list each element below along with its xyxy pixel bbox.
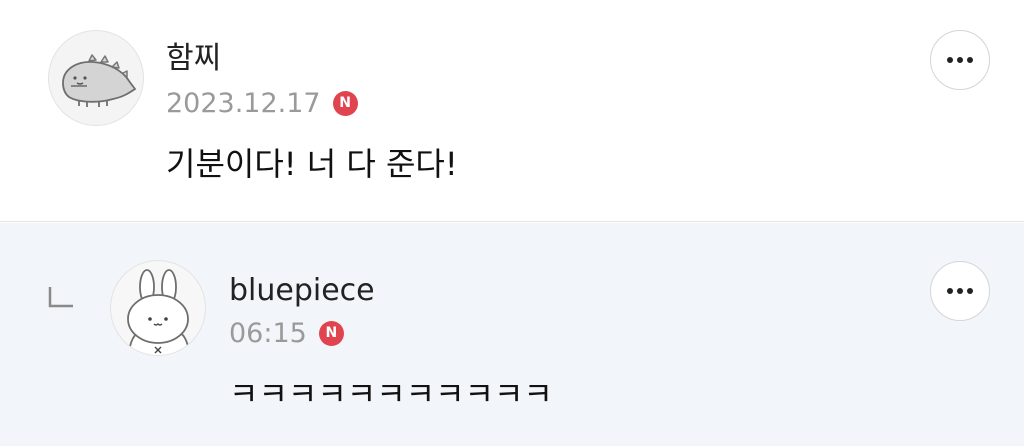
more-horizontal-icon xyxy=(947,288,973,294)
author-name[interactable]: bluepiece xyxy=(229,276,375,306)
comment-date: 2023.12.17 xyxy=(166,87,321,119)
comment-meta: 06:15 N xyxy=(229,318,344,348)
new-badge: N xyxy=(332,90,358,116)
comment-date: 06:15 xyxy=(229,317,307,349)
comment-item: 함찌 2023.12.17 N 기분이다! 너 다 준다! xyxy=(0,0,1024,222)
more-options-button[interactable] xyxy=(930,261,990,321)
comment-text: 기분이다! 너 다 준다! xyxy=(166,145,458,183)
comment-text: ㅋㅋㅋㅋㅋㅋㅋㅋㅋㅋㅋ xyxy=(229,375,553,413)
new-badge: N xyxy=(318,320,344,346)
dinosaur-avatar-icon xyxy=(62,54,137,107)
author-avatar[interactable] xyxy=(110,260,206,356)
more-options-button[interactable] xyxy=(930,30,990,90)
author-name[interactable]: 함찌 xyxy=(166,44,221,74)
author-avatar[interactable] xyxy=(48,30,144,126)
comment-meta: 2023.12.17 N xyxy=(166,88,358,118)
reply-arrow-icon xyxy=(48,287,73,308)
bunny-avatar-icon xyxy=(127,269,190,355)
more-horizontal-icon xyxy=(947,57,973,63)
